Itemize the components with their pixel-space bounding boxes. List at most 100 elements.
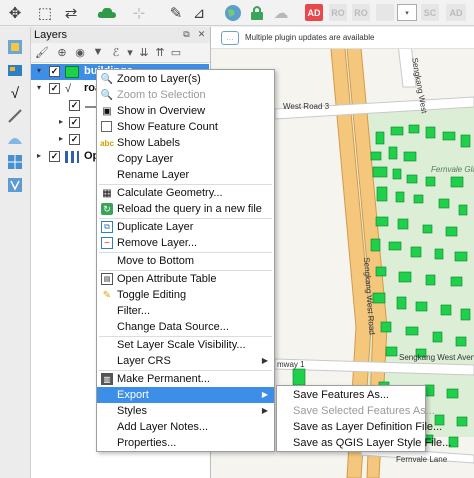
lock-icon[interactable] [246,2,268,24]
cloud-upload-icon[interactable]: ☁ [270,2,292,24]
menu-layer-crs[interactable]: Layer CRS ▶ [97,353,274,369]
layer-checkbox[interactable]: ✓ [69,117,80,128]
menu-show-in-overview[interactable]: ▣ Show in Overview [97,103,274,119]
menu-properties[interactable]: Properties... [97,435,274,451]
menu-remove-layer[interactable]: − Remove Layer... [97,235,274,251]
vertex-icon[interactable]: ⊿ [188,2,210,24]
expand-all-icon[interactable]: ⇊ [137,45,151,59]
submenu-label: Save Features As... [293,389,389,401]
layer-checkbox[interactable]: ✓ [49,151,60,162]
menu-label: Remove Layer... [117,237,198,249]
add-vector-icon[interactable]: √ [5,83,25,103]
close-panel-icon[interactable]: ✕ [196,29,207,40]
road-label-west-way: mway 1 [277,360,305,369]
badge-ad-2[interactable]: AD [446,4,466,21]
digitize-icon[interactable]: ⊹ [128,2,150,24]
submenu-save-selected-features-as[interactable]: Save Selected Features As... [277,403,435,419]
float-panel-icon[interactable]: ⧉ [181,29,192,40]
swap-icon[interactable]: ⇄ [60,2,82,24]
main-toolbar: ✥ ⬚ ⇄ ⊹ ✎ ⊿ ☁ AD RO RO ▾ SC AD [0,0,474,26]
filter-legend-icon[interactable]: ℰ [109,45,123,59]
menu-show-labels[interactable]: abc Show Labels [97,135,274,151]
pencil-icon: ✎ [102,289,112,301]
menu-label: Show Feature Count [117,121,218,133]
reload-icon: ↻ [101,203,113,215]
add-virtual-layer-icon[interactable] [5,175,25,195]
submenu-save-layer-definition[interactable]: Save as Layer Definition File... [277,419,442,435]
menu-toggle-editing[interactable]: ✎ Toggle Editing [97,287,274,303]
menu-calculate-geometry[interactable]: ▦ Calculate Geometry... [97,185,274,201]
menu-label: Move to Bottom [117,255,195,267]
menu-copy-layer[interactable]: Copy Layer [97,151,274,167]
cloud-icon[interactable] [96,2,118,24]
plugin-update-text: Multiple plugin updates are available [245,33,375,42]
move-feature-icon[interactable]: ✥ [4,2,26,24]
dropdown-icon[interactable]: ▾ [123,45,137,59]
collapse-arrow-icon[interactable]: ▾ [37,66,45,76]
menu-zoom-to-layer[interactable]: 🔍 Zoom to Layer(s) [97,71,274,87]
filter-icon[interactable]: ▼ [91,45,105,59]
labels-icon: abc [100,138,114,148]
menu-add-layer-notes[interactable]: Add Layer Notes... [97,419,274,435]
select-features-icon[interactable]: ⬚ [34,2,56,24]
remove-layer-icon[interactable]: ▭ [169,45,183,59]
menu-duplicate-layer[interactable]: ⧉ Duplicate Layer [97,219,274,235]
badge-ad-1[interactable]: AD [305,4,323,21]
menu-move-to-bottom[interactable]: Move to Bottom [97,253,274,269]
layer-checkbox[interactable]: ✓ [49,66,60,77]
menu-change-data-source[interactable]: Change Data Source... [97,319,274,335]
style-brush-icon[interactable]: 🖌 [35,45,49,59]
menu-label: Calculate Geometry... [117,187,223,199]
badge-ro-1[interactable]: RO [329,4,347,21]
menu-styles[interactable]: Styles ▶ [97,403,274,419]
panel-title-text: Layers [34,29,68,41]
submenu-label: Save Selected Features As... [293,405,435,417]
menu-set-scale-visibility[interactable]: Set Layer Scale Visibility... [97,337,274,353]
eye-icon[interactable]: ◉ [73,45,87,59]
add-raster-icon[interactable] [5,60,25,80]
vertical-toolbar: √ [0,27,31,478]
submenu-arrow-icon: ▶ [261,390,268,399]
menu-filter[interactable]: Filter... [97,303,274,319]
expand-arrow-icon[interactable]: ▸ [59,117,67,127]
layer-context-menu: 🔍 Zoom to Layer(s) 🔍 Zoom to Selection ▣… [96,69,275,452]
menu-export[interactable]: Export ▶ [97,387,274,403]
menu-zoom-to-selection[interactable]: 🔍 Zoom to Selection [97,87,274,103]
menu-label: Open Attribute Table [117,273,217,285]
add-line-icon[interactable] [5,106,25,126]
collapse-arrow-icon[interactable]: ▾ [37,83,45,93]
menu-reload-query[interactable]: ↻ Reload the query in a new file [97,201,274,217]
remove-icon: − [101,237,113,249]
menu-label: Show in Overview [117,105,206,117]
add-mesh-icon[interactable] [5,129,25,149]
add-group-icon[interactable]: ⊕ [55,45,69,59]
submenu-arrow-icon: ▶ [261,406,268,415]
feature-count-checkbox[interactable] [101,121,112,132]
menu-rename-layer[interactable]: Rename Layer [97,167,274,183]
add-grid-icon[interactable] [5,152,25,172]
menu-show-feature-count[interactable]: Show Feature Count [97,119,274,135]
layer-checkbox[interactable]: ✓ [69,100,80,111]
layer-checkbox[interactable]: ✓ [49,83,60,94]
menu-make-permanent[interactable]: ▥ Make Permanent... [97,371,274,387]
node-tool-icon[interactable]: ✎ [165,2,187,24]
layer-checkbox[interactable]: ✓ [69,134,80,145]
collapse-all-icon[interactable]: ⇈ [153,45,167,59]
menu-label: Duplicate Layer [117,221,194,233]
message-bubble-icon: … [221,30,239,45]
menu-label: Make Permanent... [117,373,210,385]
badge-ro-3[interactable] [376,4,394,21]
expand-arrow-icon[interactable]: ▸ [37,151,45,161]
toolbar-combo[interactable]: ▾ [397,4,417,21]
badge-ro-2[interactable]: RO [352,4,370,21]
badge-sc[interactable]: SC [421,4,439,21]
globe-icon[interactable] [222,2,244,24]
expand-arrow-icon[interactable]: ▸ [59,134,67,144]
export-submenu: Save Features As... Save Selected Featur… [276,385,451,452]
menu-open-attribute-table[interactable]: ▤ Open Attribute Table [97,271,274,287]
plugin-update-banner[interactable]: … Multiple plugin updates are available [211,27,474,49]
submenu-label: Save as Layer Definition File... [293,421,443,433]
data-source-icon[interactable] [5,37,25,57]
submenu-save-style-file[interactable]: Save as QGIS Layer Style File... [277,435,451,451]
submenu-save-features-as[interactable]: Save Features As... [277,387,425,403]
